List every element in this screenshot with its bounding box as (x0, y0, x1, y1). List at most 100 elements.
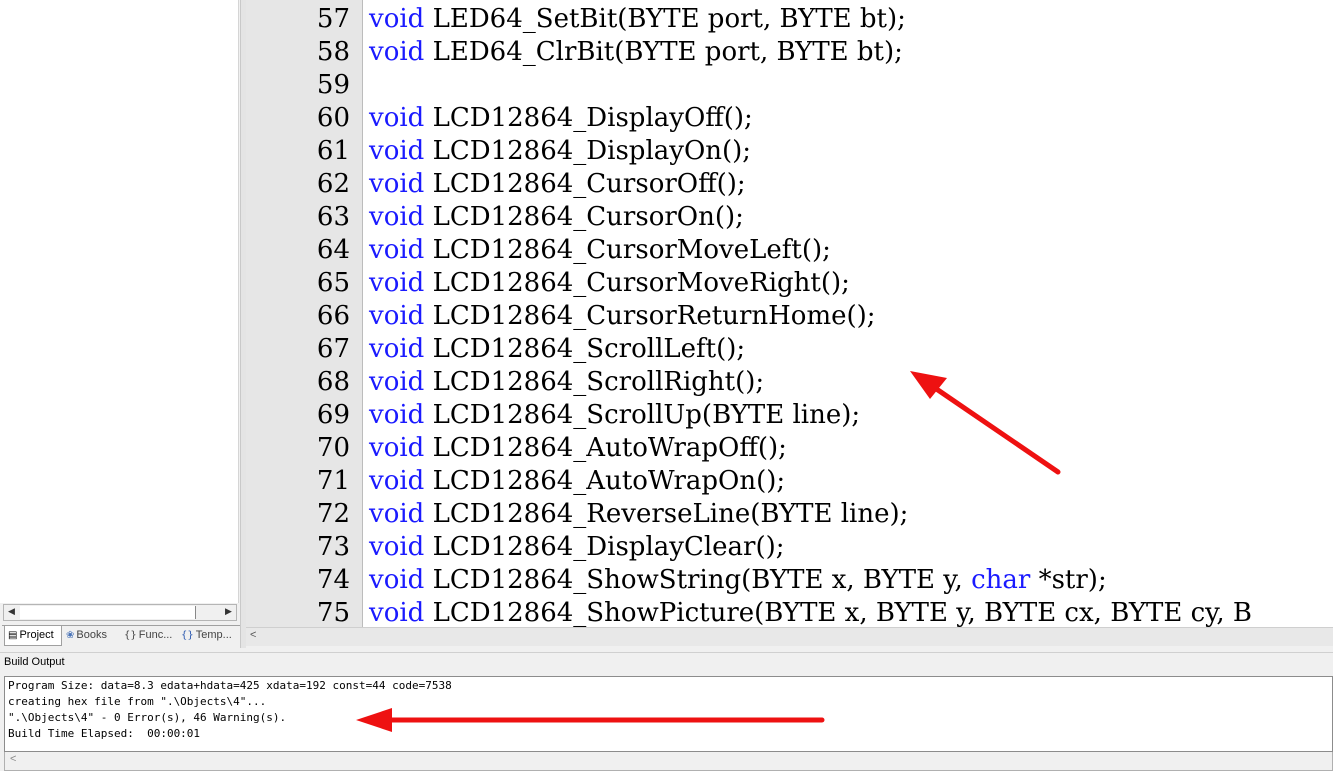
code-text: void LCD12864_CursorOff(); (369, 168, 746, 201)
code-text: void LCD12864_DisplayOn(); (369, 135, 751, 168)
keyword-token: void (369, 235, 425, 265)
code-token: LCD12864_DisplayOff(); (424, 103, 753, 133)
code-text: void LCD12864_DisplayClear(); (369, 531, 785, 564)
keyword-token: void (369, 400, 425, 430)
code-text: void LCD12864_ShowPicture(BYTE x, BYTE y… (369, 597, 1252, 627)
keyword-token: void (369, 103, 425, 133)
project-tree[interactable] (0, 0, 239, 603)
scroll-left-icon[interactable]: < (10, 753, 16, 765)
templates-icon: {} (181, 630, 194, 641)
build-horizontal-scrollbar[interactable]: < (4, 752, 1333, 771)
code-token: LCD12864_ScrollRight(); (424, 367, 765, 397)
line-number: 57 (316, 4, 350, 34)
scroll-left-icon[interactable]: ◀ (4, 605, 19, 620)
project-panel: ◀ ▶ ▤ Project ❀ Books {} Func... {} Temp... (0, 0, 240, 648)
line-number: 62 (316, 169, 350, 199)
functions-icon: {} (124, 630, 137, 641)
line-number: 58 (316, 37, 350, 67)
line-number: 65 (316, 268, 350, 298)
line-number: 71 (316, 466, 350, 496)
keyword-token: void (369, 565, 425, 595)
code-token: LCD12864_DisplayClear(); (424, 532, 785, 562)
build-output-line: Build Time Elapsed: 00:00:01 (8, 727, 201, 740)
line-number: 61 (316, 136, 350, 166)
code-text: void LCD12864_CursorMoveRight(); (369, 267, 850, 300)
code-token: LCD12864_CursorMoveRight(); (424, 268, 850, 298)
code-text: void LCD12864_CursorMoveLeft(); (369, 234, 831, 267)
line-number: 64 (316, 235, 350, 265)
code-editor[interactable]: 57 void LED64_SetBit(BYTE port, BYTE bt);… (246, 0, 1333, 627)
code-token: LCD12864_CursorOff(); (424, 169, 746, 199)
keyword-token: void (369, 301, 425, 331)
build-output-title: Build Output (4, 656, 65, 668)
keyword-token: void (369, 499, 425, 529)
code-token: LCD12864_ReverseLine(BYTE line); (424, 499, 909, 529)
tab-functions[interactable]: {} Func... (121, 626, 177, 646)
line-number: 59 (316, 70, 350, 100)
tab-label: Books (76, 629, 107, 641)
keyword-token: void (369, 466, 425, 496)
build-output-line: creating hex file from ".\Objects\4"... (8, 695, 267, 708)
line-number: 74 (316, 565, 350, 595)
keyword-token: void (369, 136, 425, 166)
code-token: LED64_SetBit(BYTE port, BYTE bt); (424, 4, 906, 34)
code-area[interactable]: 57 void LED64_SetBit(BYTE port, BYTE bt);… (246, 0, 1333, 627)
build-output-window[interactable]: Program Size: data=8.3 edata+hdata=425 x… (4, 676, 1333, 752)
tab-label: Temp... (195, 629, 232, 641)
scrollbar-thumb[interactable] (20, 606, 196, 619)
keyword-token: void (369, 169, 425, 199)
code-token: LCD12864_ShowString(BYTE x, BYTE y, (424, 565, 972, 595)
code-text: void LCD12864_ReverseLine(BYTE line); (369, 498, 908, 531)
line-number: 69 (316, 400, 350, 430)
code-token: LCD12864_CursorReturnHome(); (424, 301, 876, 331)
line-number: 75 (316, 598, 350, 627)
build-output-line: Program Size: data=8.3 edata+hdata=425 x… (8, 679, 452, 692)
code-text: void LCD12864_ScrollUp(BYTE line); (369, 399, 860, 432)
code-text: void LED64_ClrBit(BYTE port, BYTE bt); (369, 36, 903, 69)
code-token: LED64_ClrBit(BYTE port, BYTE bt); (424, 37, 903, 67)
scroll-right-icon[interactable]: ▶ (221, 605, 236, 620)
line-number: 60 (316, 103, 350, 133)
tab-project[interactable]: ▤ Project (4, 626, 62, 646)
keyword-token: void (369, 334, 425, 364)
code-text: void LCD12864_CursorOn(); (369, 201, 744, 234)
code-text: void LCD12864_ShowString(BYTE x, BYTE y,… (369, 564, 1107, 597)
line-number: 72 (316, 499, 350, 529)
code-text: void LED64_SetBit(BYTE port, BYTE bt); (369, 3, 906, 36)
build-output-header: Build Output (0, 652, 1333, 675)
project-icon: ▤ (8, 630, 18, 641)
code-token: LCD12864_AutoWrapOn(); (424, 466, 786, 496)
project-horizontal-scrollbar[interactable]: ◀ ▶ (3, 604, 237, 621)
line-number: 63 (316, 202, 350, 232)
line-number: 66 (316, 301, 350, 331)
keyword-token: void (369, 268, 425, 298)
line-number: 67 (316, 334, 350, 364)
code-token: *str); (1030, 565, 1107, 595)
code-token: LCD12864_ScrollUp(BYTE line); (424, 400, 861, 430)
keyword-token: void (369, 433, 425, 463)
scroll-left-icon[interactable]: < (250, 629, 256, 641)
code-token: LCD12864_DisplayOn(); (424, 136, 752, 166)
keyword-token: char (971, 565, 1031, 595)
keyword-token: void (369, 532, 425, 562)
line-number: 73 (316, 532, 350, 562)
tab-books[interactable]: ❀ Books (63, 626, 120, 646)
editor-horizontal-scrollbar[interactable]: < (246, 627, 1333, 646)
code-token: LCD12864_ShowPicture(BYTE x, BYTE y, BYT… (424, 598, 1253, 627)
code-token: LCD12864_ScrollLeft(); (424, 334, 746, 364)
code-text: void LCD12864_DisplayOff(); (369, 102, 753, 135)
keyword-token: void (369, 598, 425, 627)
code-text: void LCD12864_CursorReturnHome(); (369, 300, 876, 333)
code-text: void LCD12864_ScrollLeft(); (369, 333, 745, 366)
code-token: LCD12864_CursorOn(); (424, 202, 744, 232)
keyword-token: void (369, 37, 425, 67)
line-number: 68 (316, 367, 350, 397)
project-tabs: ▤ Project ❀ Books {} Func... {} Temp... (2, 625, 240, 647)
keyword-token: void (369, 367, 425, 397)
tab-templates[interactable]: {} Temp... (178, 626, 238, 646)
code-text: void LCD12864_ScrollRight(); (369, 366, 764, 399)
build-output-line: ".\Objects\4" - 0 Error(s), 46 Warning(s… (8, 711, 287, 724)
code-text: void LCD12864_AutoWrapOff(); (369, 432, 787, 465)
code-text: void LCD12864_AutoWrapOn(); (369, 465, 785, 498)
line-number: 70 (316, 433, 350, 463)
